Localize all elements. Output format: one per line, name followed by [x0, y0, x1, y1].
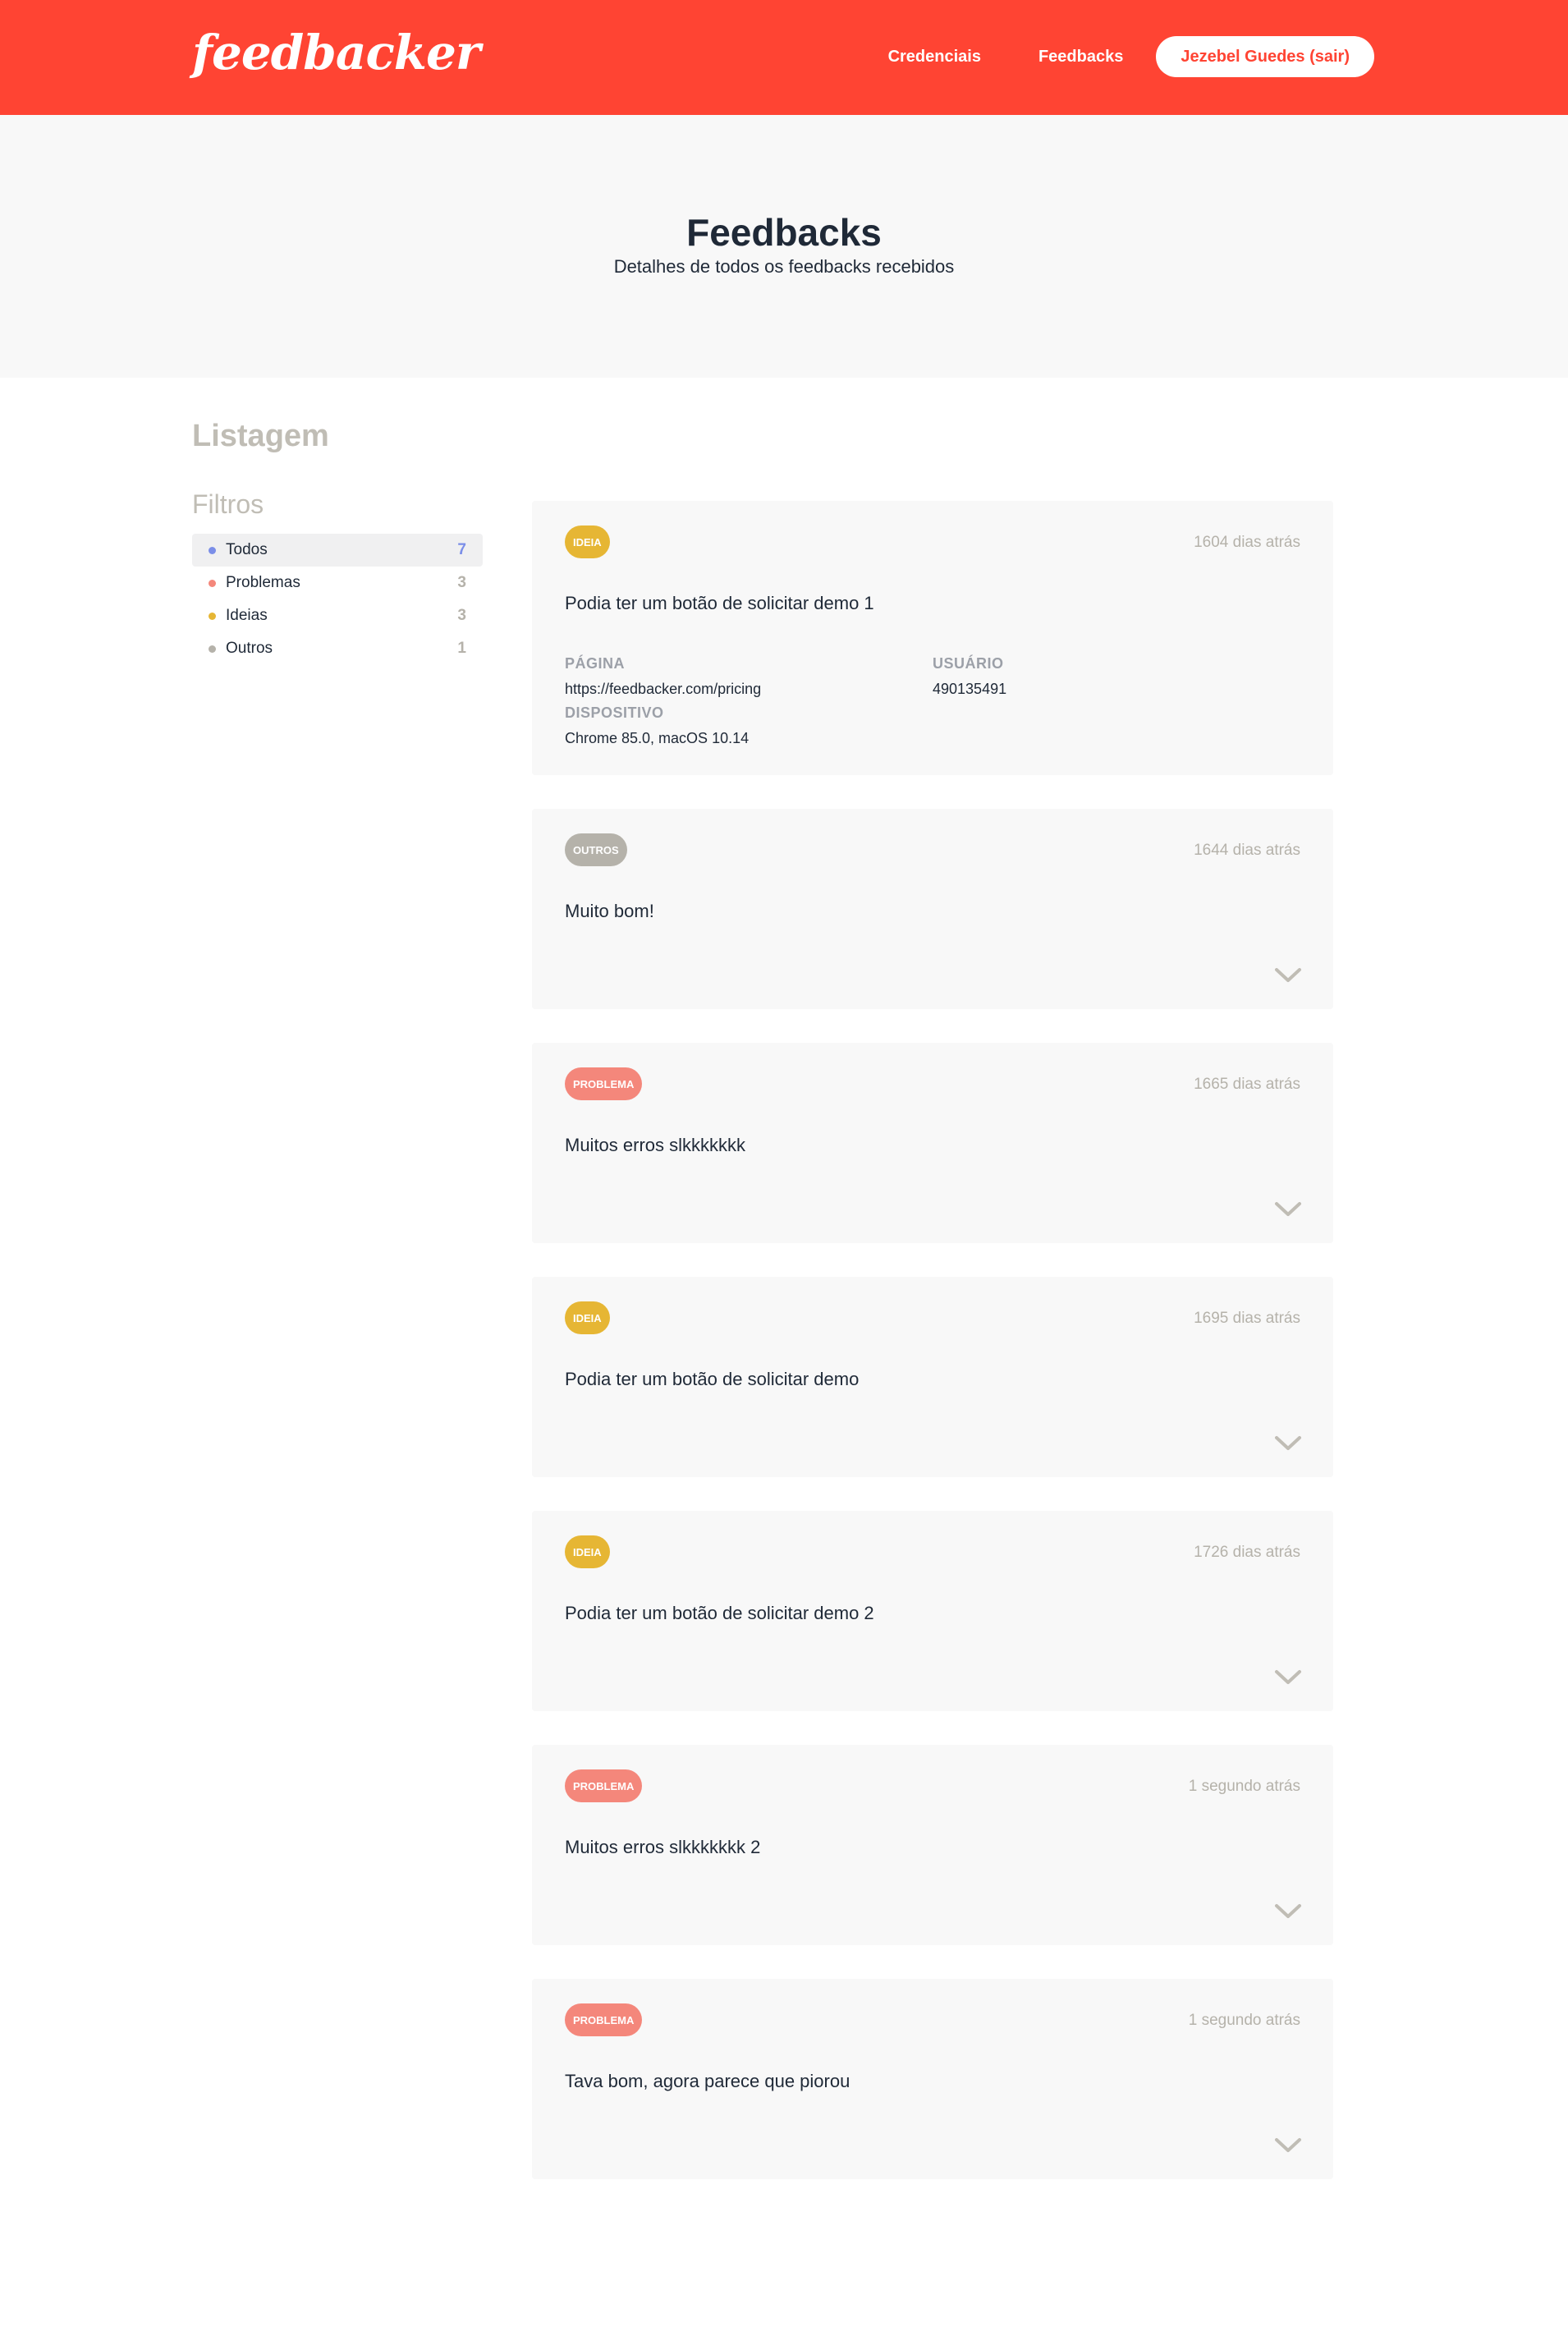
filter-todos[interactable]: Todos 7: [192, 534, 483, 567]
feedback-time: 1604 dias atrás: [1194, 534, 1300, 551]
filter-label: Outros: [226, 640, 273, 657]
filter-dot: [209, 612, 216, 620]
main-nav: Credenciais Feedbacks Jezebel Guedes (sa…: [888, 36, 1374, 77]
filter-count: 7: [457, 541, 466, 558]
filter-ideias[interactable]: Ideias 3: [192, 599, 483, 632]
feedback-text: Podia ter um botão de solicitar demo: [565, 1369, 860, 1389]
feedback-time: 1 segundo atrás: [1188, 2012, 1300, 2029]
meta-label: DISPOSITIVO: [565, 704, 664, 721]
badge-problema: PROBLEMA: [565, 2003, 643, 2036]
logo[interactable]: feedbacker: [192, 25, 480, 80]
meta-usuario: USUÁRIO 490135491: [933, 655, 1006, 698]
filters-title: Filtros: [192, 489, 264, 519]
section-title: Listagem: [192, 419, 329, 453]
feedback-card[interactable]: PROBLEMA 1 segundo atrás Tava bom, agora…: [532, 1979, 1333, 2179]
feedback-text: Podia ter um botão de solicitar demo 2: [565, 1603, 874, 1623]
filter-problemas[interactable]: Problemas 3: [192, 567, 483, 599]
badge-problema: PROBLEMA: [565, 1769, 643, 1802]
meta-value: Chrome 85.0, macOS 10.14: [565, 730, 750, 746]
badge-ideia: IDEIA: [565, 525, 610, 558]
filter-count: 3: [457, 574, 466, 591]
filter-label: Todos: [226, 541, 268, 558]
meta-dispositivo: DISPOSITIVO Chrome 85.0, macOS 10.14: [565, 704, 749, 747]
filter-dot: [209, 645, 216, 653]
page-title: Feedbacks: [686, 211, 882, 254]
feedback-card-expanded[interactable]: IDEIA 1604 dias atrás Podia ter um botão…: [532, 501, 1333, 775]
hero-section: Feedbacks Detalhes de todos os feedbacks…: [0, 115, 1568, 378]
page-subtitle: Detalhes de todos os feedbacks recebidos: [613, 256, 955, 277]
nav-credenciais[interactable]: Credenciais: [888, 48, 981, 67]
feedback-text: Muitos erros slkkkkkkk: [565, 1135, 746, 1155]
feedback-card[interactable]: PROBLEMA 1 segundo atrás Muitos erros sl…: [532, 1745, 1333, 1945]
chevron-down-icon[interactable]: [1274, 1668, 1302, 1687]
meta-pagina: PÁGINA https://feedbacker.com/pricing: [565, 655, 761, 698]
feedback-time: 1695 dias atrás: [1194, 1310, 1300, 1327]
feedback-text: Tava bom, agora parece que piorou: [565, 2071, 850, 2091]
logout-button[interactable]: Jezebel Guedes (sair): [1156, 36, 1374, 77]
feedback-card[interactable]: OUTROS 1644 dias atrás Muito bom!: [532, 809, 1333, 1009]
feedback-text: Podia ter um botão de solicitar demo 1: [565, 593, 874, 613]
filter-count: 1: [457, 640, 466, 657]
filter-label: Problemas: [226, 574, 300, 591]
nav-feedbacks[interactable]: Feedbacks: [1038, 48, 1123, 67]
feedback-card[interactable]: IDEIA 1695 dias atrás Podia ter um botão…: [532, 1277, 1333, 1477]
badge-ideia: IDEIA: [565, 1535, 610, 1568]
filter-list: Todos 7 Problemas 3 Ideias 3 Outros 1: [192, 534, 483, 665]
feedback-card[interactable]: IDEIA 1726 dias atrás Podia ter um botão…: [532, 1511, 1333, 1711]
meta-value: 490135491: [933, 681, 1007, 697]
filter-dot: [209, 546, 216, 554]
chevron-down-icon[interactable]: [1274, 2136, 1302, 2155]
feedback-time: 1 segundo atrás: [1188, 1778, 1300, 1795]
filter-count: 3: [457, 607, 466, 624]
filter-dot: [209, 579, 216, 587]
feedback-text: Muitos erros slkkkkkkk 2: [565, 1837, 761, 1857]
feedback-time: 1644 dias atrás: [1194, 842, 1300, 859]
feedback-text: Muito bom!: [565, 901, 654, 921]
chevron-down-icon[interactable]: [1274, 966, 1302, 984]
badge-outros: OUTROS: [565, 833, 627, 866]
chevron-down-icon[interactable]: [1274, 1902, 1302, 1921]
filter-outros[interactable]: Outros 1: [192, 632, 483, 665]
feedback-time: 1726 dias atrás: [1194, 1544, 1300, 1561]
feedback-card[interactable]: PROBLEMA 1665 dias atrás Muitos erros sl…: [532, 1043, 1333, 1243]
filter-label: Ideias: [226, 607, 268, 624]
meta-value: https://feedbacker.com/pricing: [565, 681, 762, 697]
chevron-down-icon[interactable]: [1274, 1200, 1302, 1218]
chevron-down-icon[interactable]: [1274, 1434, 1302, 1453]
badge-problema: PROBLEMA: [565, 1067, 643, 1100]
top-bar: feedbacker Credenciais Feedbacks Jezebel…: [0, 0, 1568, 115]
meta-label: PÁGINA: [565, 655, 626, 672]
feedback-time: 1665 dias atrás: [1194, 1076, 1300, 1093]
meta-label: USUÁRIO: [933, 655, 1004, 672]
badge-ideia: IDEIA: [565, 1301, 610, 1334]
